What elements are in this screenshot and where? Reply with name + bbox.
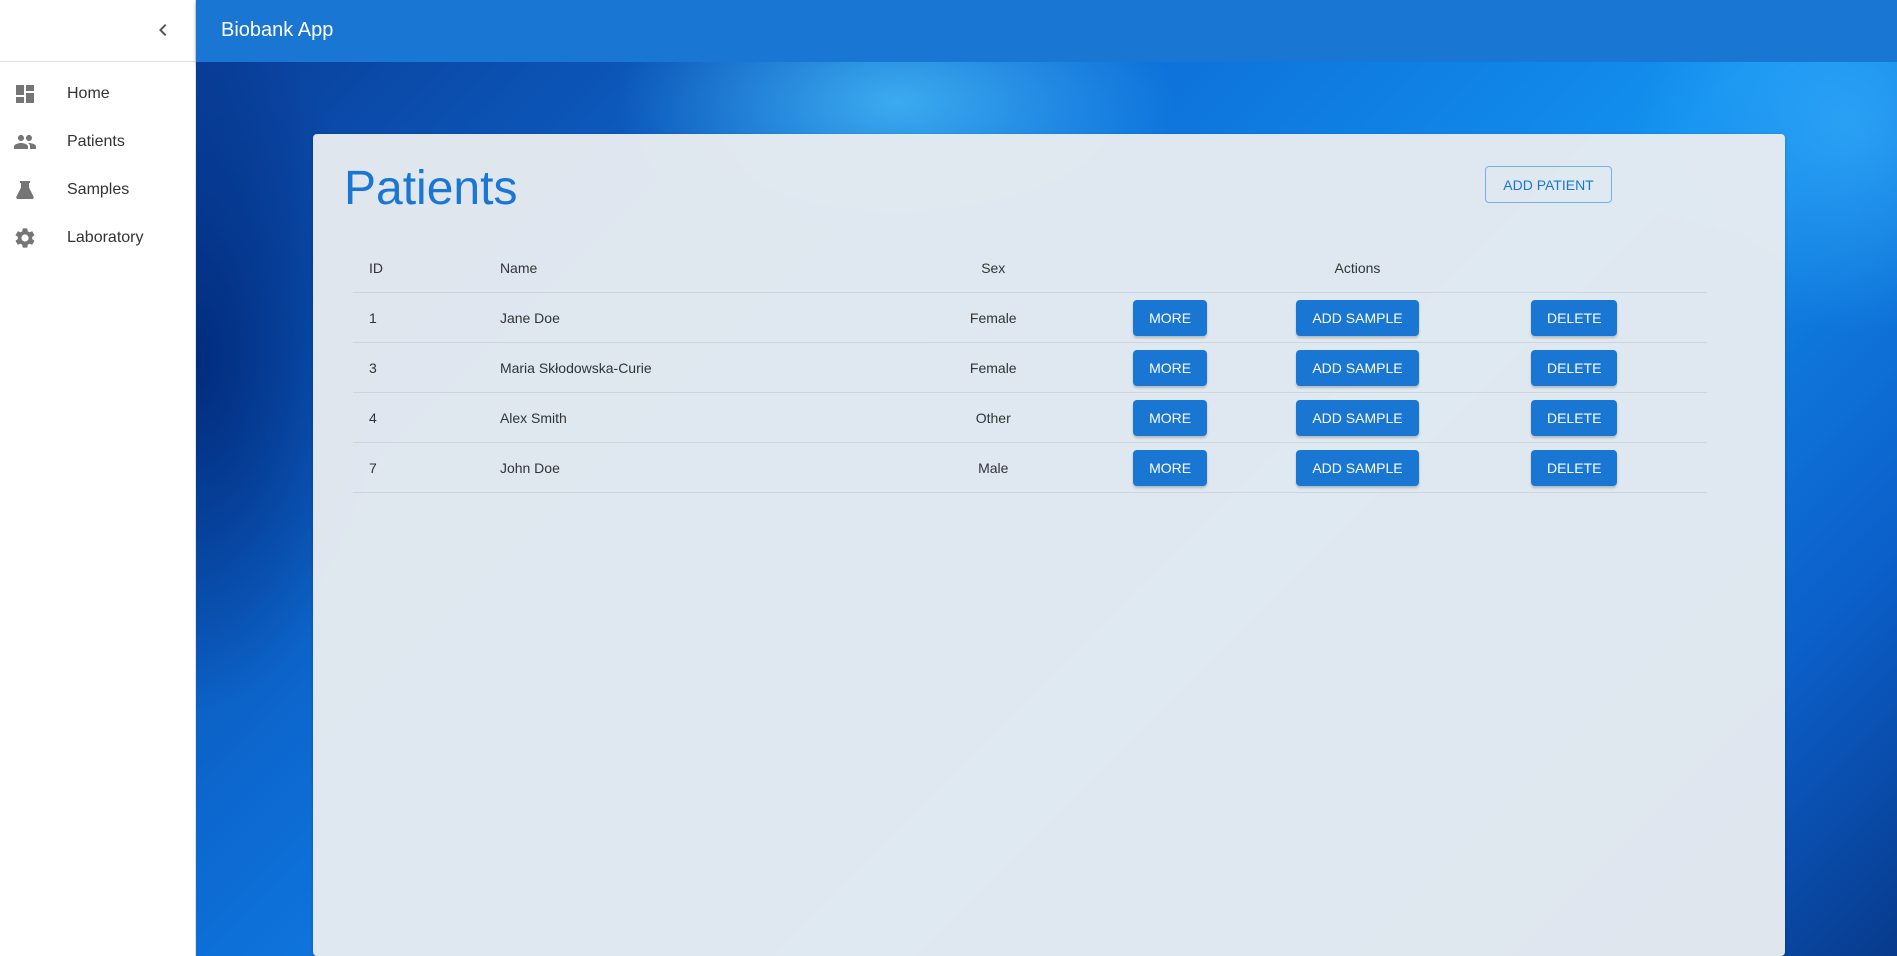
column-header-name: Name — [499, 244, 920, 293]
sidebar-item-laboratory[interactable]: Laboratory — [0, 214, 195, 262]
chevron-left-icon — [159, 24, 167, 36]
collapse-sidebar-button[interactable] — [151, 18, 175, 42]
patients-card: Patients ADD PATIENT ID Name Sex Actions… — [313, 134, 1785, 956]
cell-name: John Doe — [499, 442, 920, 493]
add-sample-button[interactable]: ADD SAMPLE — [1296, 399, 1419, 436]
cell-id: 4 — [353, 392, 500, 443]
sidebar-item-patients[interactable]: Patients — [0, 118, 195, 166]
more-button[interactable]: MORE — [1133, 349, 1208, 386]
delete-button[interactable]: DELETE — [1530, 349, 1618, 386]
column-header-actions: Actions — [1273, 244, 1442, 293]
delete-button[interactable]: DELETE — [1530, 449, 1618, 486]
sidebar-item-label: Laboratory — [67, 229, 144, 246]
cell-name: Maria Skłodowska-Curie — [499, 342, 920, 393]
more-button[interactable]: MORE — [1133, 449, 1208, 486]
cell-id: 3 — [353, 342, 500, 393]
sidebar-item-label: Samples — [67, 181, 130, 198]
more-button[interactable]: MORE — [1133, 399, 1208, 436]
flask-icon — [13, 178, 37, 202]
page-title: Patients — [344, 162, 518, 215]
sidebar-item-home[interactable]: Home — [0, 70, 195, 118]
sidebar-item-label: Patients — [67, 133, 125, 150]
sidebar-item-label: Home — [67, 85, 110, 102]
table-row: 3 Maria Skłodowska-Curie Female MORE ADD… — [353, 342, 1707, 393]
app-title: Biobank App — [221, 19, 334, 41]
cell-sex: Male — [919, 442, 1067, 493]
cell-id: 7 — [353, 442, 500, 493]
cell-sex: Female — [919, 342, 1067, 393]
sidebar-header — [0, 0, 195, 62]
table-header-row: ID Name Sex Actions — [353, 244, 1707, 293]
patients-table: ID Name Sex Actions 1 Jane Doe Female MO… — [353, 244, 1707, 493]
add-sample-button[interactable]: ADD SAMPLE — [1296, 349, 1419, 386]
cell-name: Jane Doe — [499, 292, 920, 343]
column-header-sex: Sex — [919, 244, 1067, 293]
table-row: 4 Alex Smith Other MORE ADD SAMPLE DELET… — [353, 392, 1707, 443]
delete-button[interactable]: DELETE — [1530, 399, 1618, 436]
people-icon — [13, 130, 37, 154]
table-row: 7 John Doe Male MORE ADD SAMPLE DELETE — [353, 442, 1707, 493]
app-bar: Biobank App — [196, 0, 1897, 62]
column-header-id: ID — [353, 244, 500, 293]
dashboard-icon — [13, 82, 37, 106]
sidebar: Home Patients Samples Laboratory — [0, 0, 196, 956]
add-sample-button[interactable]: ADD SAMPLE — [1296, 449, 1419, 486]
cell-sex: Female — [919, 292, 1067, 343]
cell-sex: Other — [919, 392, 1067, 443]
add-patient-button[interactable]: ADD PATIENT — [1485, 166, 1612, 203]
cell-name: Alex Smith — [499, 392, 920, 443]
cell-id: 1 — [353, 292, 500, 343]
more-button[interactable]: MORE — [1133, 299, 1208, 336]
delete-button[interactable]: DELETE — [1530, 299, 1618, 336]
add-sample-button[interactable]: ADD SAMPLE — [1296, 299, 1419, 336]
table-row: 1 Jane Doe Female MORE ADD SAMPLE DELETE — [353, 292, 1707, 343]
gear-icon — [13, 226, 37, 250]
sidebar-item-samples[interactable]: Samples — [0, 166, 195, 214]
